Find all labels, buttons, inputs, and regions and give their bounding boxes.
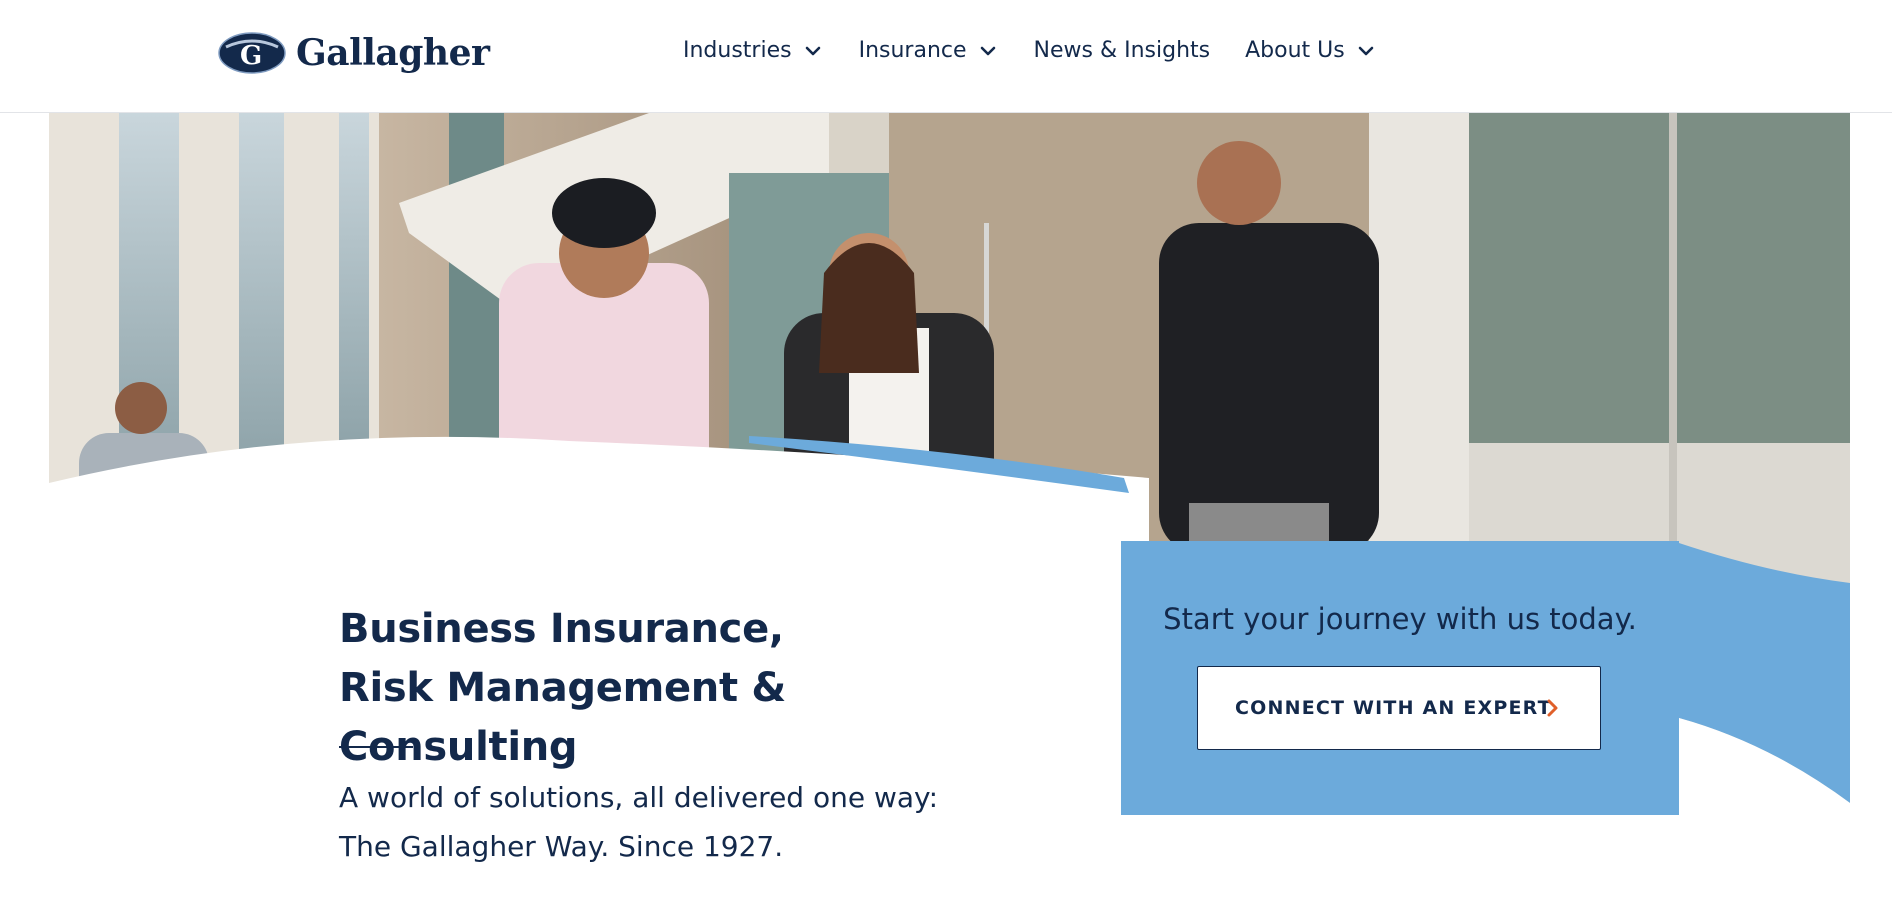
main-nav: Industries Insurance News & Insights Abo… xyxy=(683,38,1375,63)
nav-item-insurance[interactable]: Insurance xyxy=(859,38,997,63)
brand-name: Gallagher xyxy=(296,32,490,74)
chevron-down-icon xyxy=(980,46,995,55)
connect-expert-button[interactable]: CONNECT WITH AN EXPERT xyxy=(1197,666,1601,750)
hero-subtitle: A world of solutions, all delivered one … xyxy=(339,781,939,863)
nav-item-label: Industries xyxy=(683,38,792,63)
chevron-down-icon xyxy=(1358,46,1374,55)
gallagher-logo-icon: G xyxy=(218,32,286,74)
connect-expert-label: CONNECT WITH AN EXPERT xyxy=(1235,697,1552,719)
brand-logo[interactable]: G Gallagher xyxy=(218,29,490,77)
cta-panel: Start your journey with us today. CONNEC… xyxy=(1121,541,1679,815)
page-title: Business Insurance, Risk Management & Co… xyxy=(339,606,786,770)
chevron-down-icon xyxy=(805,46,820,55)
nav-item-industries[interactable]: Industries xyxy=(683,38,822,63)
nav-item-label: News & Insights xyxy=(1033,38,1211,63)
chevron-right-icon xyxy=(1547,699,1558,717)
nav-item-label: Insurance xyxy=(858,38,967,63)
svg-text:G: G xyxy=(240,41,262,71)
nav-item-about-us[interactable]: About Us xyxy=(1245,38,1375,63)
nav-item-news-insights[interactable]: News & Insights xyxy=(1034,38,1211,63)
title-divider xyxy=(339,746,413,748)
site-header: G Gallagher Industries Insurance News & … xyxy=(0,0,1892,113)
nav-item-label: About Us xyxy=(1245,38,1345,63)
cta-prompt: Start your journey with us today. xyxy=(1163,602,1637,636)
